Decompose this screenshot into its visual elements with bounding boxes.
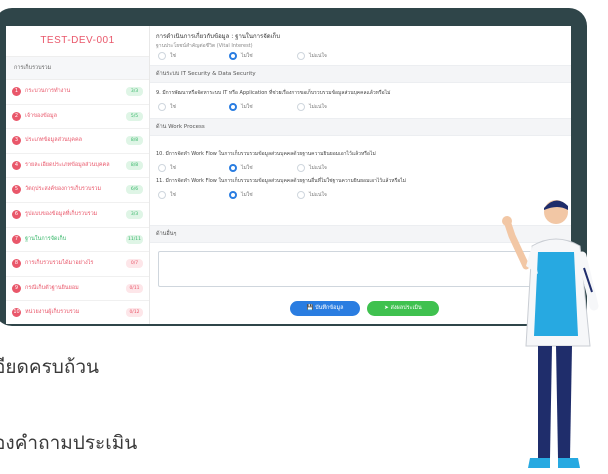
step-number-badge: 6 [12, 209, 21, 219]
sidebar-item-label: เจ้าของข้อมูล [25, 112, 57, 119]
progress-badge: 3/3 [126, 209, 143, 219]
sidebar-item[interactable]: 4 รายละเอียดประเภทข้อมูลส่วนบุคคล 8/8 [6, 154, 149, 179]
section-it-security: ด้านระบบ IT Security & Data Security [150, 65, 571, 83]
radio-circle-icon [158, 103, 166, 111]
sidebar-item-label: ฐานในการจัดเก็บ [25, 235, 67, 242]
progress-badge: 0/11 [126, 283, 143, 293]
radio-label: ไม่ใช่ [241, 165, 253, 171]
step-number-badge: 10 [12, 308, 21, 318]
save-icon: 💾 [306, 305, 314, 311]
caption-line-1: อียดครบถ้วน [0, 356, 100, 378]
sidebar-list: 1 กระบวนการทำงาน 3/3 2 เจ้าของข้อมูล 5/5 3 ประเ… [6, 80, 149, 324]
step-number-badge: 1 [12, 87, 21, 96]
sidebar-item[interactable]: 9 กรณีเก็บตัวฐานยินยอม 0/11 [6, 277, 149, 302]
progress-badge: 8/8 [126, 136, 143, 146]
radio-label: ไม่แน่ใจ [309, 53, 327, 59]
step-number-badge: 9 [12, 283, 21, 293]
radio-circle-icon [297, 164, 305, 172]
sidebar-item[interactable]: 8 การเก็บรวบรวมได้มาอย่างไร 0/7 [6, 252, 149, 277]
progress-badge: 8/8 [126, 160, 143, 170]
sidebar-item-label: รายละเอียดประเภทข้อมูลส่วนบุคคล [25, 161, 110, 168]
radio-label: ใช่ [170, 165, 176, 171]
question-10: 10. มีการจัดทำ Work Flow ในการเก็บรวบรวม… [156, 151, 376, 157]
radio-label: ไม่แน่ใจ [309, 192, 327, 198]
radio-label: ใช่ [170, 192, 176, 198]
radio-circle-icon [158, 191, 166, 199]
question-9: 9. มีการพัฒนาหรือจัดหาระบบ IT หรือ Appli… [156, 90, 391, 96]
save-button-label: บันทึกข้อมูล [315, 305, 344, 311]
section-title: ด้านอื่นๆ [156, 231, 177, 237]
sidebar-item[interactable]: 5 วัตถุประสงค์ของการเก็บรวบรวม 6/6 [6, 178, 149, 203]
step-number-badge: 8 [12, 259, 21, 269]
caption-line-2: องคำถามประเมิน [0, 432, 138, 454]
radio-label: ไม่ใช่ [241, 192, 253, 198]
radio-label: ไม่แน่ใจ [309, 104, 327, 110]
step-number-badge: 3 [12, 136, 21, 146]
radio-circle-icon [229, 164, 237, 172]
page-title: การดำเนินการเกี่ยวกับข้อมูล : ฐานในการจั… [156, 33, 281, 40]
sidebar: TEST-DEV-001 การเก็บรวบรวม 1 กระบวนการทำง… [6, 26, 150, 324]
answer-options: ใช่ ไม่ใช่ ไม่แน่ใจ [158, 52, 458, 60]
radio-circle-icon [158, 164, 166, 172]
sidebar-item-label: หน่วยงานผู้เก็บรวบรวม [25, 309, 80, 316]
sidebar-item-label: การเก็บรวบรวมได้มาอย่างไร [25, 260, 94, 267]
answer-options: ใช่ ไม่ใช่ ไม่แน่ใจ [158, 164, 458, 172]
app-screen: TEST-DEV-001 การเก็บรวบรวม 1 กระบวนการทำง… [6, 26, 571, 324]
sidebar-item-label: กรณีเก็บตัวฐานยินยอม [25, 284, 79, 291]
save-button[interactable]: 💾 บันทึกข้อมูล [290, 301, 360, 316]
radio-circle-icon [158, 52, 166, 60]
radio-label: ไม่แน่ใจ [309, 165, 327, 171]
step-number-badge: 4 [12, 160, 21, 170]
sidebar-item[interactable]: 7 ฐานในการจัดเก็บ 11/11 [6, 228, 149, 253]
radio-circle-icon [229, 103, 237, 111]
sidebar-section-title: การเก็บรวบรวม [6, 57, 149, 80]
sidebar-item[interactable]: 2 เจ้าของข้อมูล 5/5 [6, 105, 149, 130]
radio-circle-icon [297, 52, 305, 60]
progress-badge: 6/6 [126, 185, 143, 195]
step-number-badge: 7 [12, 234, 21, 244]
sidebar-item-label: รูปแบบของข้อมูลที่เก็บรวบรวม [25, 210, 98, 217]
step-number-badge: 5 [12, 185, 21, 195]
section-title: ด้าน Work Process [156, 124, 205, 130]
page-subtitle: ฐานประโยชน์สำคัญต่อชีวิต (Vital Interest… [156, 43, 253, 49]
question-11: 11. มีการจัดทำ Work Flow ในการเก็บรวบรวม… [156, 178, 407, 184]
sidebar-item[interactable]: 1 กระบวนการทำงาน 3/3 [6, 80, 149, 105]
progress-badge: 0/7 [126, 259, 143, 269]
sidebar-item[interactable]: 6 รูปแบบของข้อมูลที่เก็บรวบรวม 3/3 [6, 203, 149, 228]
sidebar-item[interactable]: 10 หน่วยงานผู้เก็บรวบรวม 0/12 [6, 301, 149, 324]
radio-circle-icon [297, 191, 305, 199]
radio-label: ไม่ใช่ [241, 104, 253, 110]
progress-badge: 0/12 [126, 308, 143, 318]
submit-button-label: ส่งผลประเมิน [390, 305, 422, 311]
send-icon: ➤ [384, 305, 389, 311]
radio-label: ใช่ [170, 53, 176, 59]
progress-badge: 5/5 [126, 111, 143, 121]
section-work-process: ด้าน Work Process [150, 118, 571, 136]
answer-options: ใช่ ไม่ใช่ ไม่แน่ใจ [158, 191, 458, 199]
sidebar-item-label: กระบวนการทำงาน [25, 88, 71, 94]
sidebar-item[interactable]: 3 ประเภทข้อมูลส่วนบุคคล 8/8 [6, 129, 149, 154]
project-code: TEST-DEV-001 [6, 26, 149, 57]
step-number-badge: 2 [12, 111, 21, 121]
progress-badge: 11/11 [126, 234, 143, 244]
progress-badge: 3/3 [126, 87, 143, 96]
submit-assessment-button[interactable]: ➤ ส่งผลประเมิน [367, 301, 439, 316]
radio-circle-icon [297, 103, 305, 111]
section-title: ด้านระบบ IT Security & Data Security [156, 71, 256, 77]
answer-options: ใช่ ไม่ใช่ ไม่แน่ใจ [158, 103, 458, 111]
sidebar-item-label: ประเภทข้อมูลส่วนบุคคล [25, 137, 83, 144]
radio-circle-icon [229, 191, 237, 199]
person-illustration [502, 200, 599, 468]
sidebar-item-label: วัตถุประสงค์ของการเก็บรวบรวม [25, 186, 102, 193]
radio-label: ใช่ [170, 104, 176, 110]
radio-label: ไม่ใช่ [241, 53, 253, 59]
radio-circle-icon [229, 52, 237, 60]
